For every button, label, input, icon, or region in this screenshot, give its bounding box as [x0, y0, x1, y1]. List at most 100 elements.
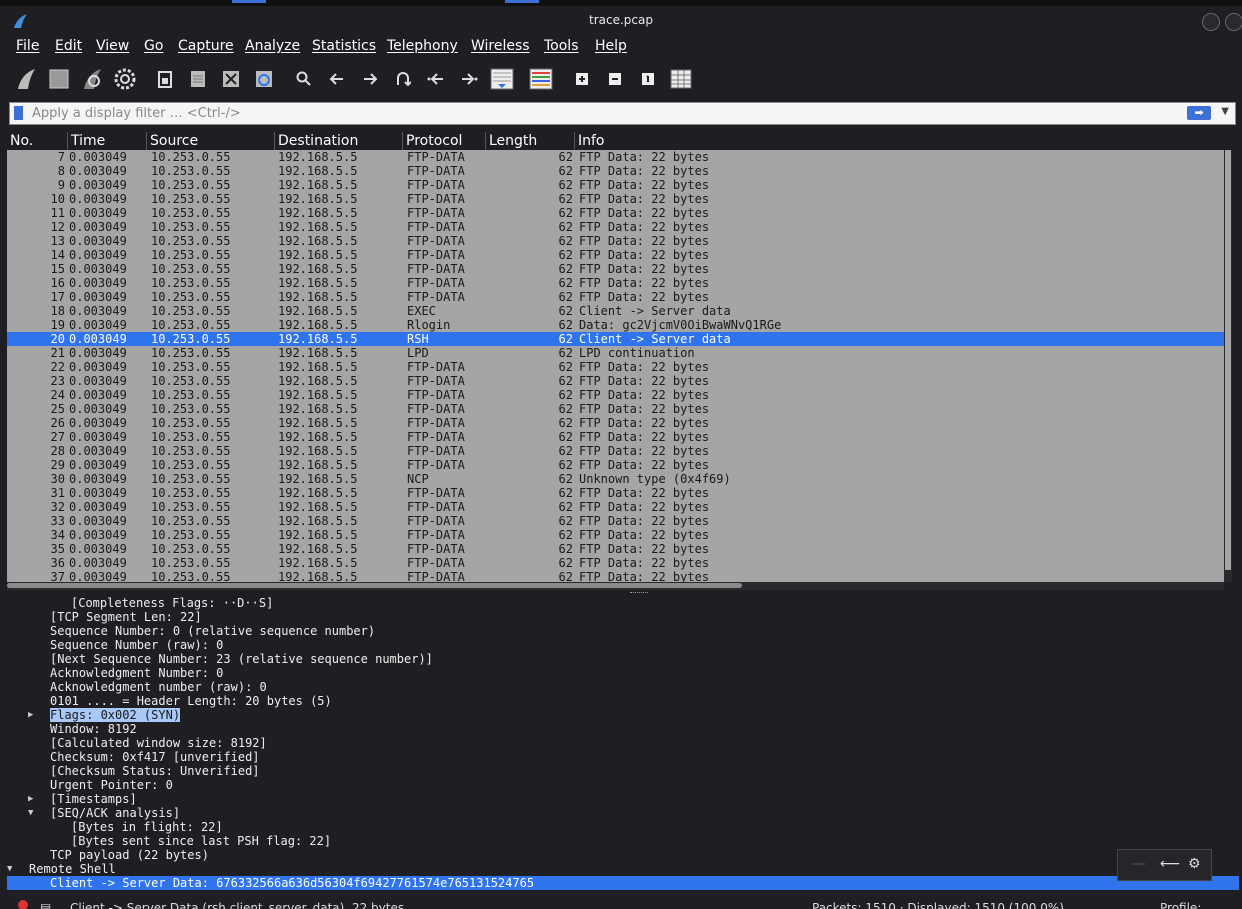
apply-filter-arrow-icon[interactable]: ➡: [1187, 106, 1211, 120]
menu-edit[interactable]: Edit: [55, 38, 82, 54]
menu-telephony[interactable]: Telephony: [387, 38, 458, 54]
packet-row[interactable]: 8 0.003049 10.253.0.55 192.168.5.5 FTP-DATA 6…: [7, 164, 1224, 178]
menu-capture[interactable]: Capture: [178, 38, 234, 54]
chevron-down-icon[interactable]: ▼: [1221, 106, 1229, 117]
packet-row[interactable]: 9 0.003049 10.253.0.55 192.168.5.5 FTP-DATA 6…: [7, 178, 1224, 192]
menu-statistics[interactable]: Statistics: [312, 38, 376, 54]
colorize-icon[interactable]: [528, 66, 554, 92]
first-packet-icon[interactable]: [423, 66, 449, 92]
detail-tree-item[interactable]: [Bytes in flight: 22]: [7, 820, 1239, 834]
packet-row[interactable]: 7 0.003049 10.253.0.55 192.168.5.5 FTP-DATA 6…: [7, 150, 1224, 164]
packet-row[interactable]: 13 0.003049 10.253.0.55 192.168.5.5 FTP-DATA…: [7, 234, 1224, 248]
detail-tree-item[interactable]: [Completeness Flags: ··D··S]: [7, 596, 1239, 610]
menu-wireless[interactable]: Wireless: [471, 38, 530, 54]
detail-tree-item[interactable]: Window: 8192: [7, 722, 1239, 736]
packet-row[interactable]: 24 0.003049 10.253.0.55 192.168.5.5 FTP-DATA…: [7, 388, 1224, 402]
expand-arrow-icon[interactable]: ▼: [7, 862, 12, 876]
scrollbar-thumb[interactable]: [7, 583, 742, 588]
back-arrow-icon[interactable]: [324, 66, 350, 92]
forward-arrow-icon[interactable]: [357, 66, 383, 92]
collapse-arrow-icon[interactable]: ▶: [28, 792, 33, 806]
column-header-no[interactable]: No.: [7, 132, 33, 150]
packet-row[interactable]: 28 0.003049 10.253.0.55 192.168.5.5 FTP-DATA…: [7, 444, 1224, 458]
expert-info-icon[interactable]: [18, 900, 28, 909]
stop-icon[interactable]: [46, 66, 72, 92]
close-window-button[interactable]: [1225, 13, 1242, 31]
menu-help[interactable]: Help: [595, 38, 627, 54]
packet-row[interactable]: 15 0.003049 10.253.0.55 192.168.5.5 FTP-DATA…: [7, 262, 1224, 276]
packet-row[interactable]: 14 0.003049 10.253.0.55 192.168.5.5 FTP-DATA…: [7, 248, 1224, 262]
detail-tree-item[interactable]: [Next Sequence Number: 23 (relative sequ…: [7, 652, 1239, 666]
detail-tree-item[interactable]: Urgent Pointer: 0: [7, 778, 1239, 792]
detail-tree-item[interactable]: Sequence Number (raw): 0: [7, 638, 1239, 652]
display-filter-input[interactable]: [30, 104, 1174, 123]
splitter-grip[interactable]: [630, 592, 648, 595]
minus-icon[interactable]: —: [1132, 856, 1146, 872]
last-packet-icon[interactable]: [456, 66, 482, 92]
packet-row[interactable]: 22 0.003049 10.253.0.55 192.168.5.5 FTP-DATA…: [7, 360, 1224, 374]
left-arrow-icon[interactable]: ⟵: [1160, 856, 1180, 872]
resize-columns-icon[interactable]: [668, 66, 694, 92]
packet-row[interactable]: 18 0.003049 10.253.0.55 192.168.5.5 EXEC 62 Cl…: [7, 304, 1224, 318]
detail-tree-item[interactable]: ▼ [SEQ/ACK analysis]: [7, 806, 1239, 820]
detail-tree-item[interactable]: TCP payload (22 bytes): [7, 848, 1239, 862]
collapse-arrow-icon[interactable]: ▶: [28, 708, 33, 722]
zoom-out-icon[interactable]: [602, 66, 628, 92]
packet-row[interactable]: 12 0.003049 10.253.0.55 192.168.5.5 FTP-DATA…: [7, 220, 1224, 234]
detail-tree-item[interactable]: 0101 .... = Header Length: 20 bytes (5): [7, 694, 1239, 708]
detail-tree-item[interactable]: Checksum: 0xf417 [unverified]: [7, 750, 1239, 764]
save-file-icon[interactable]: [185, 66, 211, 92]
packet-row[interactable]: 17 0.003049 10.253.0.55 192.168.5.5 FTP-DATA…: [7, 290, 1224, 304]
packet-row[interactable]: 36 0.003049 10.253.0.55 192.168.5.5 FTP-DATA…: [7, 556, 1224, 570]
options-gear-icon[interactable]: [112, 66, 138, 92]
detail-tree-item[interactable]: Acknowledgment number (raw): 0: [7, 680, 1239, 694]
settings-gear-icon[interactable]: ⚙: [1188, 856, 1201, 872]
packet-row[interactable]: 11 0.003049 10.253.0.55 192.168.5.5 FTP-DATA…: [7, 206, 1224, 220]
packet-row[interactable]: 32 0.003049 10.253.0.55 192.168.5.5 FTP-DATA…: [7, 500, 1224, 514]
packet-row[interactable]: 30 0.003049 10.253.0.55 192.168.5.5 NCP 62 Unk…: [7, 472, 1224, 486]
detail-tree-item[interactable]: Acknowledgment Number: 0: [7, 666, 1239, 680]
zoom-in-icon[interactable]: [569, 66, 595, 92]
detail-tree-item[interactable]: [Calculated window size: 8192]: [7, 736, 1239, 750]
packet-row[interactable]: 35 0.003049 10.253.0.55 192.168.5.5 FTP-DATA…: [7, 542, 1224, 556]
menu-file[interactable]: File: [16, 38, 39, 54]
packet-list-horizontal-scrollbar[interactable]: [7, 582, 1224, 590]
detail-tree-item[interactable]: [TCP Segment Len: 22]: [7, 610, 1239, 624]
column-header-protocol[interactable]: Protocol: [402, 132, 462, 150]
minimize-window-button[interactable]: [1202, 13, 1220, 31]
menu-tools[interactable]: Tools: [544, 38, 579, 54]
column-header-info[interactable]: Info: [574, 132, 605, 150]
detail-tree-item[interactable]: ▶ [Timestamps]: [7, 792, 1239, 806]
packet-row[interactable]: 37 0.003049 10.253.0.55 192.168.5.5 FTP-DATA…: [7, 570, 1224, 582]
shark-fin-start-icon[interactable]: [13, 66, 39, 92]
status-profile[interactable]: Profile: Default: [1160, 901, 1242, 909]
restart-icon[interactable]: [79, 66, 105, 92]
detail-tree-item[interactable]: ▼ Remote Shell: [7, 862, 1239, 876]
bookmark-icon[interactable]: [14, 106, 23, 120]
packet-row[interactable]: 10 0.003049 10.253.0.55 192.168.5.5 FTP-DATA…: [7, 192, 1224, 206]
expand-arrow-icon[interactable]: ▼: [28, 806, 33, 820]
column-header-destination[interactable]: Destination: [274, 132, 358, 150]
packet-row[interactable]: 33 0.003049 10.253.0.55 192.168.5.5 FTP-DATA…: [7, 514, 1224, 528]
autoscroll-icon[interactable]: [489, 66, 515, 92]
column-header-length[interactable]: Length: [485, 132, 537, 150]
column-header-time[interactable]: Time: [67, 132, 105, 150]
column-header-source[interactable]: Source: [146, 132, 198, 150]
close-file-icon[interactable]: [218, 66, 244, 92]
packet-row[interactable]: 25 0.003049 10.253.0.55 192.168.5.5 FTP-DATA…: [7, 402, 1224, 416]
menu-analyze[interactable]: Analyze: [245, 38, 300, 54]
detail-tree-item[interactable]: ▶ Flags: 0x002 (SYN): [7, 708, 1239, 722]
normal-size-icon[interactable]: [635, 66, 661, 92]
packet-row[interactable]: 23 0.003049 10.253.0.55 192.168.5.5 FTP-DATA…: [7, 374, 1224, 388]
packet-row[interactable]: 27 0.003049 10.253.0.55 192.168.5.5 FTP-DATA…: [7, 430, 1224, 444]
packet-row[interactable]: 20 0.003049 10.253.0.55 192.168.5.5 RSH 62 Cli…: [7, 332, 1224, 346]
packet-row[interactable]: 31 0.003049 10.253.0.55 192.168.5.5 FTP-DATA…: [7, 486, 1224, 500]
detail-tree-item[interactable]: [Checksum Status: Unverified]: [7, 764, 1239, 778]
scrollbar-thumb[interactable]: [1225, 150, 1231, 570]
menu-view[interactable]: View: [96, 38, 129, 54]
packet-row[interactable]: 19 0.003049 10.253.0.55 192.168.5.5 Rlogin 62…: [7, 318, 1224, 332]
detail-tree-item[interactable]: [Bytes sent since last PSH flag: 22]: [7, 834, 1239, 848]
packet-row[interactable]: 26 0.003049 10.253.0.55 192.168.5.5 FTP-DATA…: [7, 416, 1224, 430]
open-file-icon[interactable]: [152, 66, 178, 92]
detail-tree-item[interactable]: Sequence Number: 0 (relative sequence nu…: [7, 624, 1239, 638]
